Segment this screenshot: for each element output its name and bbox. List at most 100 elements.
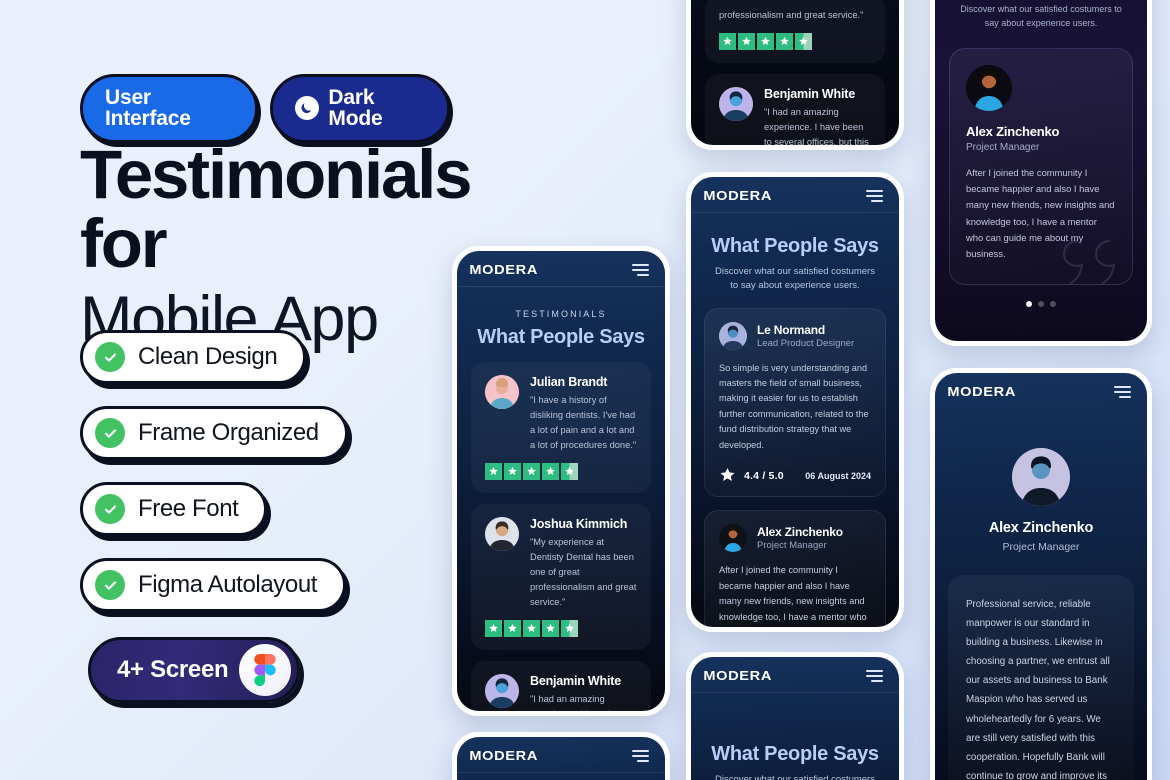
feature-item-frame-organized[interactable]: Frame Organized bbox=[80, 406, 348, 460]
hero-section: TESTIMONIALS What People Says bbox=[457, 287, 665, 362]
hero-title: What People Says bbox=[477, 326, 645, 348]
review-body: So simple is very understanding and mast… bbox=[719, 362, 869, 450]
badge-user-interface[interactable]: User Interface bbox=[80, 74, 259, 143]
screen-count-button[interactable]: 4+ Screen bbox=[88, 637, 300, 703]
avatar bbox=[719, 321, 747, 350]
review-score: 4.4 / 5.0 bbox=[719, 467, 784, 484]
profile-body: Professional service, reliable manpower … bbox=[966, 599, 1110, 780]
profile-role: Project Manager bbox=[966, 142, 1040, 153]
pagination-dot[interactable] bbox=[1038, 301, 1044, 308]
avatar bbox=[966, 65, 1012, 111]
star-icon bbox=[504, 620, 521, 638]
hero-subtitle: Discover what our satisfied costumers to… bbox=[960, 4, 1122, 28]
check-circle-icon bbox=[95, 418, 125, 448]
headline-line-1: Testimonials for bbox=[80, 136, 472, 282]
star-icon bbox=[542, 463, 559, 481]
pagination-dot[interactable] bbox=[1050, 301, 1056, 308]
screen-count-label: 4+ Screen bbox=[117, 656, 229, 683]
phone-screen: MODERA TESTIMONIALS What People Says Jul… bbox=[457, 251, 665, 711]
review-role: Project Manager bbox=[757, 540, 827, 552]
feature-item-free-font[interactable]: Free Font bbox=[80, 482, 268, 536]
divider bbox=[457, 772, 665, 773]
testimonial-card[interactable]: Benjamin White "I had an amazing experie… bbox=[471, 661, 651, 711]
figma-icon bbox=[239, 644, 291, 696]
testimonial-quote: "My experience at Dentisty Dental has be… bbox=[530, 537, 637, 608]
phone-testimonials-list: MODERA TESTIMONIALS What People Says Jul… bbox=[452, 246, 670, 716]
review-card[interactable]: Alex Zinchenko Project Manager After I j… bbox=[704, 510, 886, 627]
profile-header: Alex Zinchenko Project Manager bbox=[935, 408, 1147, 553]
brand-logo: MODERA bbox=[947, 384, 1017, 399]
testimonial-name: Benjamin White bbox=[530, 674, 621, 689]
feature-label: Free Font bbox=[138, 495, 239, 522]
profile-card[interactable]: Alex Zinchenko Project Manager After I j… bbox=[949, 48, 1133, 286]
page-title: Testimonials for Mobile App bbox=[80, 136, 472, 355]
feature-item-clean-design[interactable]: Clean Design bbox=[80, 330, 307, 384]
hamburger-menu-icon[interactable] bbox=[866, 189, 883, 202]
app-topbar: MODERA bbox=[691, 177, 899, 212]
star-icon bbox=[542, 620, 559, 638]
hero-subtitle: Discover what our satisfied costumers to… bbox=[715, 266, 875, 292]
star-half-icon bbox=[561, 620, 578, 638]
app-topbar: MODERA bbox=[935, 373, 1147, 408]
avatar bbox=[485, 517, 519, 552]
pagination-dots[interactable] bbox=[935, 301, 1147, 308]
badge-user-interface-label: User Interface bbox=[105, 86, 191, 130]
star-icon bbox=[504, 463, 521, 481]
phone-screen: MODERA bbox=[457, 737, 665, 780]
profile-role: Project Manager bbox=[1002, 541, 1080, 553]
star-half-icon bbox=[795, 33, 812, 51]
phone-screen: Discover what our satisfied costumers to… bbox=[935, 0, 1147, 341]
review-role: Lead Product Designer bbox=[757, 337, 855, 349]
star-icon bbox=[523, 620, 540, 638]
testimonial-card[interactable]: Julian Brandt "I have a history of disli… bbox=[471, 362, 651, 494]
hero-eyebrow: TESTIMONIALS bbox=[515, 309, 607, 319]
testimonial-name: Joshua Kimmich bbox=[530, 517, 628, 532]
brand-logo: MODERA bbox=[469, 262, 539, 277]
profile-name: Alex Zinchenko bbox=[988, 520, 1094, 536]
star-half-icon bbox=[561, 463, 578, 481]
testimonial-card[interactable]: Joshua Kimmich "My experience at Dentist… bbox=[471, 504, 651, 651]
testimonial-quote: "I have a history of disliking dentists.… bbox=[530, 395, 637, 451]
star-rating bbox=[485, 463, 637, 481]
review-body: After I joined the community I became ha… bbox=[719, 565, 867, 622]
testimonial-quote: "I had an amazing experience. I have bee… bbox=[764, 107, 869, 145]
hero-title: What People Says bbox=[711, 743, 879, 765]
phone-profile-slide: Discover what our satisfied costumers to… bbox=[930, 0, 1152, 346]
testimonial-card[interactable]: professionalism and great service." bbox=[705, 0, 885, 64]
star-icon bbox=[719, 33, 736, 51]
phone-profile-centered: MODERA Alex Zinchenko Project Manager Pr… bbox=[930, 368, 1152, 780]
feature-label: Clean Design bbox=[138, 343, 278, 370]
feature-list: Clean Design Frame Organized Free Font F… bbox=[80, 330, 348, 612]
phone-testimonials-top-cut: professionalism and great service." Benj… bbox=[686, 0, 904, 150]
phone-testimonials-partial: MODERA bbox=[452, 732, 670, 780]
testimonial-name: Julian Brandt bbox=[530, 375, 608, 389]
hamburger-menu-icon[interactable] bbox=[1114, 385, 1131, 398]
feature-item-figma-autolayout[interactable]: Figma Autolayout bbox=[80, 558, 347, 612]
brand-logo: MODERA bbox=[469, 748, 539, 763]
hero-section: What People Says Discover what our satis… bbox=[691, 693, 899, 780]
left-info-panel: User Interface Dark Mode Testimonials fo… bbox=[0, 0, 472, 780]
hamburger-menu-icon[interactable] bbox=[632, 263, 649, 276]
badge-dark-mode[interactable]: Dark Mode bbox=[270, 74, 450, 143]
phone-screen: MODERA What People Says Discover what ou… bbox=[691, 657, 899, 780]
hamburger-menu-icon[interactable] bbox=[632, 749, 649, 762]
app-topbar: MODERA bbox=[457, 737, 665, 772]
hamburger-menu-icon[interactable] bbox=[866, 669, 883, 682]
phone-reviews-partial: MODERA What People Says Discover what ou… bbox=[686, 652, 904, 780]
star-rating bbox=[485, 620, 637, 638]
phone-screen: MODERA Alex Zinchenko Project Manager Pr… bbox=[935, 373, 1147, 780]
review-name: Le Normand bbox=[757, 322, 826, 337]
hero-section: What People Says Discover what our satis… bbox=[691, 213, 899, 308]
moon-icon bbox=[295, 96, 320, 120]
quote-marks-icon bbox=[1056, 233, 1126, 285]
pagination-dot[interactable] bbox=[1026, 301, 1032, 308]
review-name: Alex Zinchenko bbox=[757, 525, 843, 540]
testimonial-quote-tail: professionalism and great service." bbox=[719, 10, 864, 20]
review-card[interactable]: Le Normand Lead Product Designer So simp… bbox=[704, 307, 886, 498]
check-circle-icon bbox=[95, 570, 125, 600]
testimonial-card[interactable]: Benjamin White "I had an amazing experie… bbox=[705, 74, 885, 145]
profile-quote-card[interactable]: Professional service, reliable manpower … bbox=[948, 575, 1134, 780]
check-circle-icon bbox=[95, 342, 125, 372]
check-circle-icon bbox=[95, 494, 125, 524]
app-topbar: MODERA bbox=[457, 251, 665, 286]
